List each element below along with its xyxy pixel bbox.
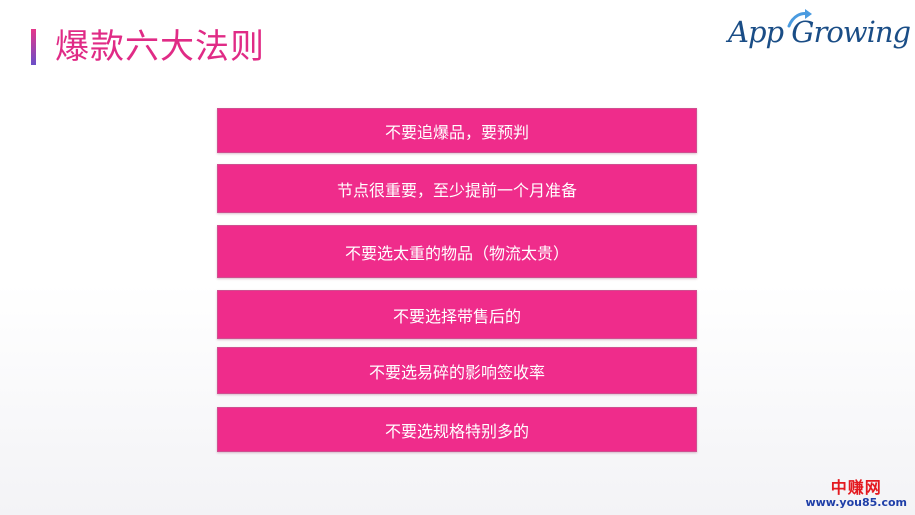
slide: { "slide": { "title": "爆款六大法则" }, "logo"… — [0, 0, 915, 515]
rule-item: 不要选择带售后的 — [217, 290, 697, 339]
rule-item: 不要选易碎的影响签收率 — [217, 347, 697, 394]
rule-item: 不要选太重的物品（物流太贵） — [217, 225, 697, 278]
title-accent-bar — [31, 29, 36, 65]
watermark: 中赚网 www.you85.com — [805, 479, 907, 509]
rule-item: 节点很重要，至少提前一个月准备 — [217, 164, 697, 213]
watermark-site-name: 中赚网 — [830, 478, 882, 498]
slide-title: 爆款六大法则 — [55, 27, 265, 67]
watermark-url: www.you85.com — [805, 495, 907, 509]
rule-item: 不要选规格特别多的 — [217, 407, 697, 452]
logo-arrow-icon — [787, 9, 812, 28]
rule-item: 不要追爆品，要预判 — [217, 108, 697, 153]
app-growing-logo: App Growing — [728, 8, 911, 58]
logo-text: App Growing — [728, 15, 911, 49]
